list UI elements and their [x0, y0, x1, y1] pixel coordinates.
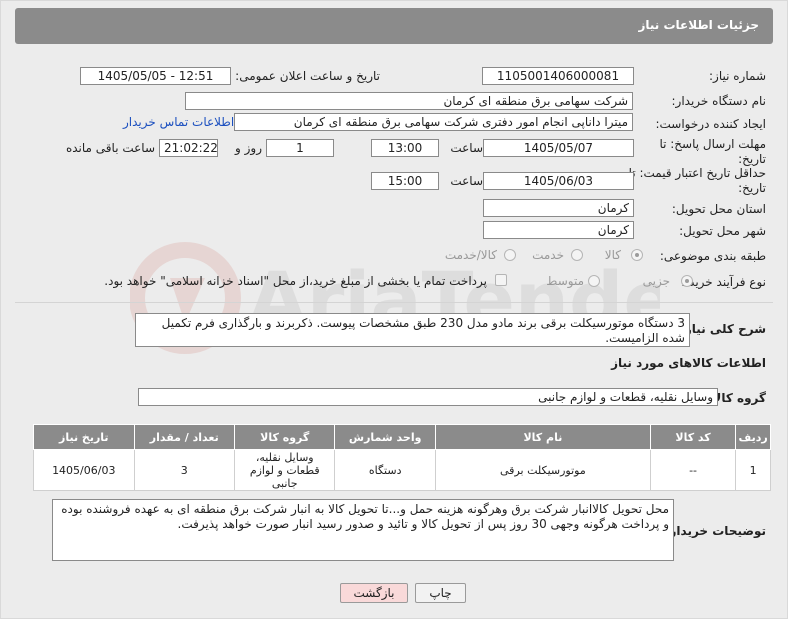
goods-section-title: اطلاعات کالاهای مورد نیاز [611, 356, 766, 370]
description-textarea[interactable]: 3 دستگاه موتورسیکلت برقی برند مادو مدل 2… [135, 313, 690, 347]
validity-time-label: ساعت [450, 174, 483, 188]
creator-label: ایجاد کننده درخواست: [655, 117, 766, 131]
process-radio-medium[interactable] [588, 275, 600, 287]
cell-group: وسایل نقلیه، قطعات و لوازم جانبی [233, 449, 336, 491]
buyer-notes-textarea[interactable]: محل تحویل کالاانبار شرکت برق وهرگونه هزی… [52, 499, 674, 561]
deadline-date-field: 1405/05/07 [483, 139, 634, 157]
table-row: 1 -- موتورسیکلت برقی دستگاه وسایل نقلیه،… [33, 449, 771, 491]
validity-label: حداقل تاریخ اعتبار قیمت: تا تاریخ: [628, 166, 766, 195]
print-button[interactable]: چاپ [415, 583, 466, 603]
treasury-payment-checkbox[interactable] [495, 274, 507, 286]
need-number-field: 1105001406000081 [482, 67, 634, 85]
cell-need-date: 1405/06/03 [33, 449, 135, 491]
col-row: ردیف [735, 424, 771, 450]
days-field: 1 [266, 139, 334, 157]
need-number-label: شماره نیاز: [709, 69, 766, 83]
col-quantity: تعداد / مقدار [133, 424, 236, 450]
buyer-org-label: نام دستگاه خریدار: [671, 94, 767, 108]
cell-quantity: 3 [133, 449, 236, 491]
deadline-time-label: ساعت [450, 141, 483, 155]
buyer-notes-label: توضیحات خریدار: [664, 524, 766, 538]
category-option-service: خدمت [532, 248, 564, 262]
category-radio-goods-service[interactable] [504, 249, 516, 261]
buyer-org-field: شرکت سهامی برق منطقه ای کرمان [185, 92, 633, 110]
treasury-payment-note: پرداخت تمام یا بخشی از مبلغ خرید،از محل … [104, 274, 487, 288]
col-name: نام کالا [434, 424, 651, 450]
announce-label: تاریخ و ساعت اعلان عمومی: [235, 69, 380, 83]
page-title: جزئیات اطلاعات نیاز [638, 18, 759, 32]
col-need-date: تاریخ نیاز [33, 424, 135, 450]
col-code: کد کالا [649, 424, 737, 450]
deadline-label: مهلت ارسال پاسخ: تا تاریخ: [659, 137, 766, 166]
goods-group-field: وسایل نقلیه، قطعات و لوازم جانبی [138, 388, 718, 406]
goods-table: ردیف کد کالا نام کالا واحد شمارش گروه کا… [33, 424, 771, 491]
separator [15, 302, 773, 303]
cell-row: 1 [735, 449, 771, 491]
process-option-minor: جزیی [642, 274, 670, 288]
cell-unit: دستگاه [334, 449, 436, 491]
col-group: گروه کالا [233, 424, 336, 450]
category-radio-goods[interactable] [631, 249, 643, 261]
category-option-goods: کالا [604, 248, 621, 262]
city-label: شهر محل تحویل: [679, 224, 766, 238]
creator-field: میترا داناپی انجام امور دفتری شرکت سهامی… [234, 113, 633, 131]
validity-time-field: 15:00 [371, 172, 439, 190]
process-option-medium: متوسط [546, 274, 584, 288]
cell-code: -- [649, 449, 737, 491]
validity-date-field: 1405/06/03 [483, 172, 634, 190]
back-button[interactable]: بازگشت [340, 583, 408, 603]
category-label: طبقه بندی موضوعی: [659, 249, 766, 263]
page-header: جزئیات اطلاعات نیاز [15, 8, 773, 44]
province-field: کرمان [483, 199, 634, 217]
remaining-time-field: 21:02:22 [159, 139, 218, 157]
process-label: نوع فرآیند خرید : [681, 275, 766, 289]
province-label: استان محل تحویل: [671, 202, 766, 216]
process-radio-minor[interactable] [681, 275, 693, 287]
deadline-time-field: 13:00 [371, 139, 439, 157]
category-option-goods-service: کالا/خدمت [444, 248, 497, 262]
col-unit: واحد شمارش [334, 424, 436, 450]
announce-field: 1405/05/05 - 12:51 [80, 67, 231, 85]
city-field: کرمان [483, 221, 634, 239]
category-radio-service[interactable] [571, 249, 583, 261]
goods-table-header: ردیف کد کالا نام کالا واحد شمارش گروه کا… [33, 424, 771, 450]
contact-info-link[interactable]: اطلاعات تماس خریدار [123, 115, 234, 129]
cell-name: موتورسیکلت برقی [434, 449, 651, 491]
days-label: روز و [235, 141, 262, 155]
remaining-time-label: ساعت باقی مانده [65, 141, 155, 155]
description-label: شرح کلی نیاز: [680, 322, 766, 336]
